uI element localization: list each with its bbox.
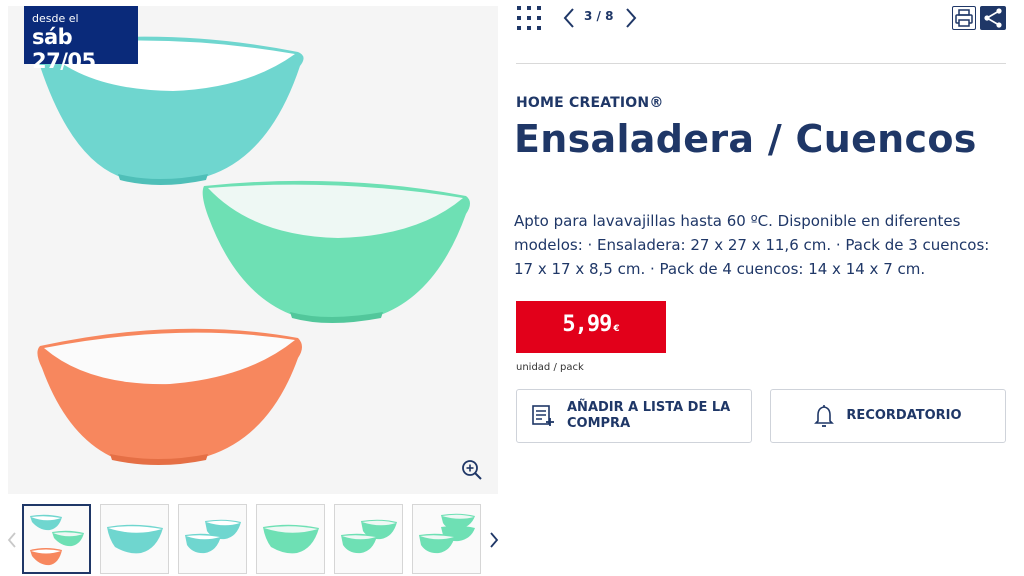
thumbnail-strip (22, 504, 481, 574)
thumbnail-6-green-stack[interactable] (412, 504, 481, 574)
reminder-label: RECORDATORIO (846, 408, 962, 423)
price-value: 5,99 (562, 312, 612, 337)
header-divider (516, 63, 1006, 64)
product-main-image[interactable]: desde el sáb 27/05 (8, 6, 498, 494)
add-to-shopping-list-button[interactable]: AÑADIR A LISTA DE LA COMPRA (516, 389, 752, 443)
price-tag: 5,99 € (516, 301, 666, 353)
zoom-in-icon[interactable] (460, 458, 484, 482)
bowls-illustration (36, 36, 470, 465)
price-currency: € (613, 324, 620, 334)
price-unit: unidad / pack (516, 362, 584, 373)
grid-icon[interactable] (516, 5, 542, 31)
reminder-button[interactable]: RECORDATORIO (770, 389, 1006, 443)
print-icon[interactable] (952, 6, 976, 30)
add-to-shopping-list-label: AÑADIR A LISTA DE LA COMPRA (567, 400, 731, 431)
list-add-icon (531, 404, 555, 428)
bowl-green (202, 180, 470, 323)
product-title: Ensaladera / Cuencos (514, 117, 977, 161)
share-icon[interactable] (980, 6, 1006, 30)
badge-date: sáb 27/05 (32, 25, 96, 73)
product-brand: HOME CREATION® (516, 95, 664, 111)
bell-icon (814, 404, 835, 428)
product-counter: 3 / 8 (584, 9, 614, 23)
thumbnail-5-green-pair[interactable] (334, 504, 403, 574)
badge-label: desde el (32, 12, 79, 25)
next-product-chevron-right-icon[interactable] (622, 6, 640, 30)
thumbnail-2-turquoise[interactable] (100, 504, 169, 574)
thumbnail-3-stack[interactable] (178, 504, 247, 574)
prev-product-chevron-left-icon[interactable] (560, 6, 578, 30)
thumbnail-4-green[interactable] (256, 504, 325, 574)
bowl-orange (37, 328, 302, 465)
thumbnails-next-icon[interactable] (486, 525, 502, 555)
thumbnail-1-set[interactable] (22, 504, 91, 574)
thumbnails-prev-icon[interactable] (4, 525, 20, 555)
availability-date-badge: desde el sáb 27/05 (24, 6, 138, 73)
product-description: Apto para lavavajillas hasta 60 ºC. Disp… (514, 212, 990, 278)
